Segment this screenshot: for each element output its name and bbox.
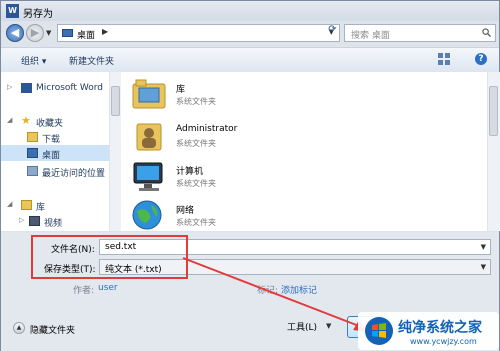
file-list-scrollbar[interactable]: [487, 72, 500, 231]
nav-item-libraries[interactable]: ◢ 库: [1, 197, 119, 213]
file-type: 系统文件夹: [176, 179, 216, 188]
nav-item-recent-places[interactable]: 最近访问的位置: [1, 163, 119, 179]
author-value[interactable]: user: [98, 283, 118, 293]
author-label: 作者:: [73, 286, 95, 296]
nav-item-videos[interactable]: ▷ 视频: [1, 213, 119, 229]
organize-menu-button[interactable]: 组织 ▾: [21, 54, 46, 67]
navigation-pane-scrollbar[interactable]: [109, 72, 121, 231]
address-path: 桌面: [77, 31, 96, 41]
forward-button[interactable]: ▶: [26, 24, 44, 42]
breadcrumb-chevron-icon[interactable]: ▶: [102, 27, 108, 36]
expand-arrow-icon[interactable]: ▷: [19, 216, 24, 224]
file-type: 系统文件夹: [176, 97, 216, 106]
file-type: 系统文件夹: [176, 139, 216, 148]
annotation-arrow: [182, 257, 367, 332]
nav-item-label: 收藏夹: [36, 119, 64, 129]
refresh-icon[interactable]: ⟳: [325, 24, 340, 36]
filetype-dropdown-icon[interactable]: ▼: [481, 263, 486, 271]
title-bar[interactable]: W 另存为: [1, 1, 499, 21]
list-item[interactable]: 库 系统文件夹: [131, 76, 431, 114]
file-name: Administrator: [176, 124, 238, 134]
navigation-pane: ▷ Microsoft Word ◢ ★ 收藏夹 下载 桌面 最近访问的位置 ◢…: [1, 72, 122, 231]
hide-folders-label: 隐藏文件夹: [30, 326, 76, 336]
scrollbar-thumb[interactable]: [111, 86, 120, 116]
file-name: 计算机: [176, 167, 204, 177]
save-as-dialog: W 另存为 ◀ ▶ ▼ 桌面 ▶ ▼ ⟳ 搜索 桌面 组织 ▾ 新建文件夹 ?: [0, 0, 500, 351]
nav-item-microsoft-word[interactable]: ▷ Microsoft Word: [1, 80, 119, 96]
file-name: 网络: [176, 206, 195, 216]
search-icon: [482, 28, 491, 37]
user-folder-icon: [136, 123, 162, 151]
watermark-url: www.ycwjzy.com: [410, 337, 477, 346]
download-folder-icon: [27, 132, 38, 142]
scrollbar-thumb[interactable]: [489, 86, 498, 136]
list-item[interactable]: Administrator 系统文件夹: [131, 118, 431, 156]
nav-item-label: 库: [36, 203, 46, 213]
annotation-highlight-box: [31, 235, 188, 279]
computer-icon: [133, 162, 163, 191]
navigation-bar: ◀ ▶ ▼ 桌面 ▶ ▼ ⟳ 搜索 桌面: [1, 21, 499, 47]
file-type: 系统文件夹: [176, 218, 216, 227]
nav-item-label: 最近访问的位置: [42, 169, 106, 179]
nav-item-downloads[interactable]: 下载: [1, 129, 119, 145]
watermark-brand-name: 纯净系统之家: [398, 320, 482, 336]
recent-places-icon: [27, 166, 38, 176]
new-folder-button[interactable]: 新建文件夹: [69, 54, 114, 67]
search-input[interactable]: 搜索 桌面: [344, 24, 496, 42]
list-item[interactable]: 计算机 系统文件夹: [131, 158, 431, 196]
nav-item-label: Microsoft Word: [36, 83, 103, 93]
nav-item-desktop[interactable]: 桌面: [1, 145, 119, 161]
watermark-logo: 纯净系统之家 www.ycwjzy.com: [358, 312, 499, 350]
desktop-icon: [27, 148, 38, 158]
favorites-star-icon: ★: [21, 114, 31, 127]
address-bar[interactable]: 桌面 ▶ ▼: [57, 24, 340, 42]
library-folder-icon: [132, 79, 166, 109]
window-title: 另存为: [23, 9, 53, 20]
brand-windows-logo-icon: [365, 317, 393, 345]
nav-item-favorites[interactable]: ◢ ★ 收藏夹: [1, 113, 119, 129]
nav-item-label: 下载: [42, 135, 61, 145]
command-toolbar: 组织 ▾ 新建文件夹 ?: [1, 47, 499, 73]
file-name: 库: [176, 85, 186, 95]
expand-arrow-icon[interactable]: ▷: [7, 83, 12, 91]
change-view-icon[interactable]: [438, 53, 451, 65]
back-button[interactable]: ◀: [6, 24, 24, 42]
desktop-icon: [62, 29, 73, 37]
recent-pages-chevron-down-icon[interactable]: ▼: [46, 29, 51, 37]
word-app-icon: W: [6, 4, 19, 18]
collapse-arrow-icon[interactable]: ◢: [7, 116, 12, 124]
file-list: 库 系统文件夹 Administrator 系统文件夹 计算机 系统文件夹 网络…: [121, 72, 487, 231]
library-icon: [21, 200, 32, 210]
network-globe-icon: [132, 200, 162, 230]
filename-dropdown-icon[interactable]: ▼: [481, 243, 486, 251]
word-icon: [21, 83, 32, 93]
nav-item-label: 桌面: [42, 151, 61, 161]
video-icon: [29, 216, 40, 226]
collapse-arrow-icon[interactable]: ◢: [7, 200, 12, 208]
help-icon[interactable]: ?: [475, 53, 487, 65]
chevron-up-icon: ▲: [13, 322, 25, 334]
search-placeholder: 搜索 桌面: [351, 31, 390, 41]
list-item[interactable]: 网络 系统文件夹: [131, 197, 431, 235]
nav-item-label: 视频: [44, 219, 63, 229]
